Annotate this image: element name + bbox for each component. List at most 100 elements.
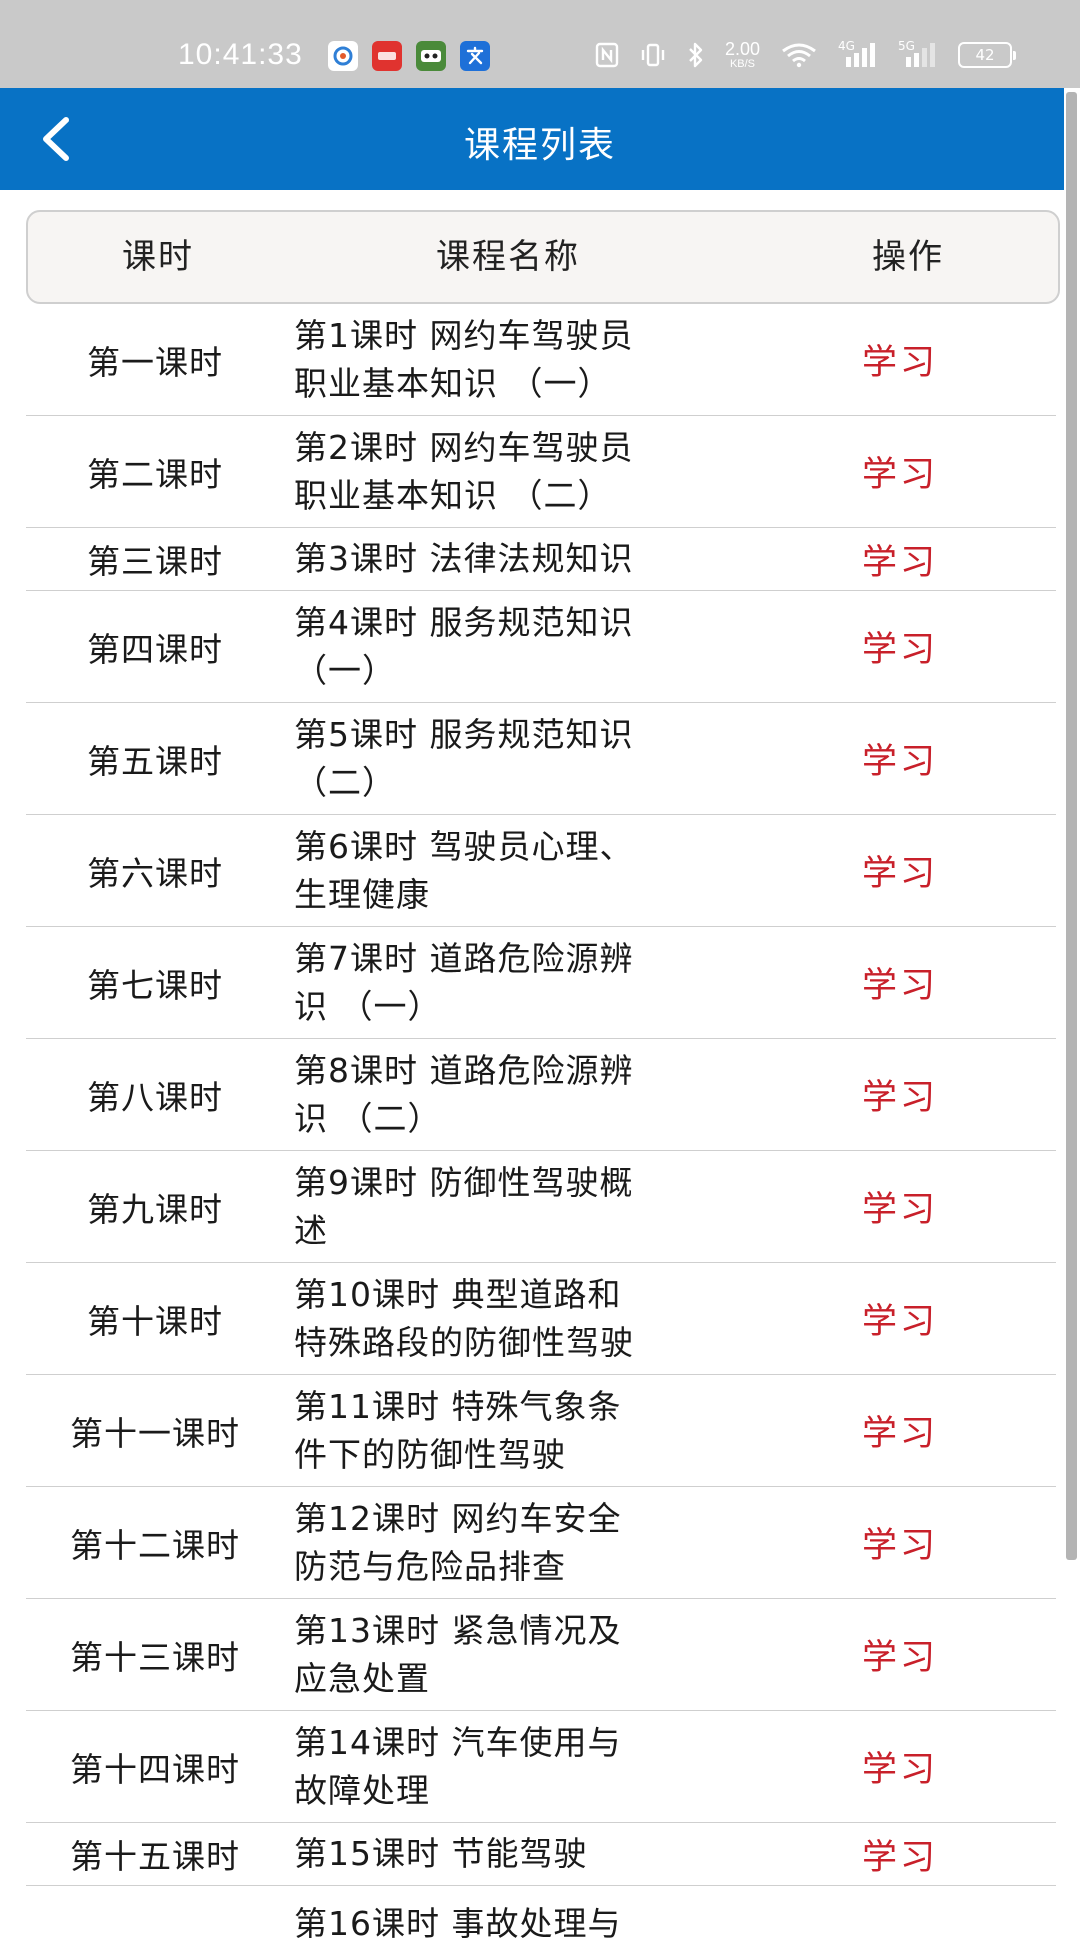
wifi-icon: [780, 42, 818, 68]
course-name: 第11课时 特殊气象条 件下的防御性驾驶: [284, 1383, 724, 1479]
lesson-number: 第二课时: [87, 454, 223, 494]
bluetooth-icon: [687, 41, 705, 69]
network-speed-value: 2.00: [724, 39, 760, 59]
course-name-line: 识 （一）: [294, 986, 442, 1026]
lesson-number: 第十一课时: [70, 1413, 240, 1453]
course-name-line: 第3课时 法律法规知识: [294, 539, 634, 578]
vibrate-icon: [639, 42, 667, 68]
course-name: 第4课时 服务规范知识 （一）: [284, 599, 724, 695]
study-button[interactable]: 学习: [750, 446, 1050, 497]
course-name: 第10课时 典型道路和 特殊路段的防御性驾驶: [284, 1271, 724, 1367]
table-row: 第十四课时 第14课时 汽车使用与 故障处理 学习: [26, 1711, 1056, 1823]
table-row: 第七课时 第7课时 道路危险源辨 识 （一） 学习: [26, 927, 1056, 1039]
course-name: 第9课时 防御性驾驶概 述: [284, 1159, 724, 1255]
study-button[interactable]: 学习: [750, 1741, 1050, 1792]
network-speed-unit: KB/S: [729, 58, 756, 70]
course-name: 第13课时 紧急情况及 应急处置: [284, 1607, 724, 1703]
battery-indicator: 42: [958, 42, 1016, 68]
course-name-line: 第11课时 特殊气象条: [294, 1386, 622, 1426]
table-row: 第六课时 第6课时 驾驶员心理、 生理健康 学习: [26, 815, 1056, 927]
study-button[interactable]: 学习: [750, 334, 1050, 385]
course-name: 第1课时 网约车驾驶员 职业基本知识 （一）: [284, 312, 724, 408]
table-row: 第十二课时 第12课时 网约车安全 防范与危险品排查 学习: [26, 1487, 1056, 1599]
course-name: 第3课时 法律法规知识: [284, 535, 724, 583]
course-name: 第15课时 节能驾驶: [284, 1830, 724, 1878]
lesson-number: 第十二课时: [70, 1525, 240, 1565]
app-notification-icon: [372, 41, 402, 71]
course-name-line: 第4课时 服务规范知识: [294, 602, 634, 642]
study-button[interactable]: 学习: [750, 1181, 1050, 1232]
scrollbar-thumb[interactable]: [1066, 92, 1077, 1560]
signal-5g-icon: 5G: [898, 39, 938, 69]
lesson-number: 第八课时: [87, 1077, 223, 1117]
course-name-line: 第10课时 典型道路和: [294, 1274, 622, 1314]
study-button[interactable]: 学习: [750, 733, 1050, 784]
nfc-icon: [595, 42, 619, 68]
system-icons: 2.00 KB/S 4G 5G 42: [575, 39, 1016, 70]
column-header-course-name: 课程名称: [436, 237, 580, 277]
notification-icons: [328, 41, 504, 71]
course-name: 第14课时 汽车使用与 故障处理: [284, 1719, 724, 1815]
course-name-line: 防范与危险品排查: [294, 1546, 566, 1586]
course-name: 第16课时 事故处理与: [284, 1900, 724, 1946]
study-button[interactable]: 学习: [750, 1517, 1050, 1568]
course-name-line: 第16课时 事故处理与: [294, 1904, 622, 1943]
lesson-number: 第七课时: [87, 965, 223, 1005]
table-row: 第十一课时 第11课时 特殊气象条 件下的防御性驾驶 学习: [26, 1375, 1056, 1487]
study-button[interactable]: 学习: [750, 957, 1050, 1008]
study-button[interactable]: 学习: [750, 1829, 1050, 1880]
course-name: 第7课时 道路危险源辨 识 （一）: [284, 935, 724, 1031]
course-name-line: 第13课时 紧急情况及: [294, 1610, 622, 1650]
study-button[interactable]: 学习: [750, 534, 1050, 585]
course-name-line: 生理健康: [294, 874, 430, 914]
course-name-line: 述: [294, 1210, 328, 1250]
study-button[interactable]: 学习: [750, 1405, 1050, 1456]
course-name: 第5课时 服务规范知识 （二）: [284, 711, 724, 807]
table-row: 第四课时 第4课时 服务规范知识 （一） 学习: [26, 591, 1056, 703]
status-bar: 10:41:33 2.00 KB/S 4G 5G 42: [0, 0, 1080, 88]
course-name-line: 特殊路段的防御性驾驶: [294, 1322, 634, 1362]
course-name-line: 故障处理: [294, 1770, 430, 1810]
course-name: 第12课时 网约车安全 防范与危险品排查: [284, 1495, 724, 1591]
lesson-number: 第四课时: [87, 629, 223, 669]
course-name-line: 件下的防御性驾驶: [294, 1434, 566, 1474]
study-button[interactable]: 学习: [750, 845, 1050, 896]
lesson-number: 第五课时: [87, 741, 223, 781]
course-table: 第一课时 第1课时 网约车驾驶员 职业基本知识 （一） 学习 第二课时 第2课时…: [26, 304, 1056, 1946]
course-name-line: 第5课时 服务规范知识: [294, 714, 634, 754]
table-row: 第二课时 第2课时 网约车驾驶员 职业基本知识 （二） 学习: [26, 416, 1056, 528]
course-name-line: 第15课时 节能驾驶: [294, 1834, 588, 1873]
app-notification-icon: [416, 41, 446, 71]
table-row: 第十课时 第10课时 典型道路和 特殊路段的防御性驾驶 学习: [26, 1263, 1056, 1375]
course-name: 第2课时 网约车驾驶员 职业基本知识 （二）: [284, 424, 724, 520]
course-name-line: 应急处置: [294, 1658, 430, 1698]
course-name-line: （二）: [294, 762, 396, 802]
app-header: 课程列表: [0, 88, 1080, 190]
course-name-line: 第14课时 汽车使用与: [294, 1722, 622, 1762]
table-row: 第三课时 第3课时 法律法规知识 学习: [26, 528, 1056, 591]
lesson-number: 第一课时: [87, 342, 223, 382]
table-row: 第五课时 第5课时 服务规范知识 （二） 学习: [26, 703, 1056, 815]
table-row: 第一课时 第1课时 网约车驾驶员 职业基本知识 （一） 学习: [26, 304, 1056, 416]
app-notification-icon: [328, 41, 358, 71]
course-name-line: 职业基本知识 （一）: [294, 363, 612, 403]
course-name-line: 职业基本知识 （二）: [294, 475, 612, 515]
course-name-line: 识 （二）: [294, 1098, 442, 1138]
study-button[interactable]: 学习: [750, 1069, 1050, 1120]
page-title: 课程列表: [463, 125, 616, 166]
lesson-number: 第六课时: [87, 853, 223, 893]
course-name-line: 第9课时 防御性驾驶概: [294, 1162, 634, 1202]
study-button[interactable]: 学习: [750, 621, 1050, 672]
lesson-number: 第十三课时: [70, 1637, 240, 1677]
lesson-number: 第九课时: [87, 1189, 223, 1229]
network-speed: 2.00 KB/S: [725, 40, 760, 70]
course-name-line: 第2课时 网约车驾驶员: [294, 427, 634, 467]
course-name-line: （一）: [294, 650, 396, 690]
study-button[interactable]: 学习: [750, 1629, 1050, 1680]
column-header-lesson: 课时: [122, 237, 194, 277]
study-button[interactable]: 学习: [750, 1293, 1050, 1344]
table-row: 第十五课时 第15课时 节能驾驶 学习: [26, 1823, 1056, 1886]
lesson-number: 第十课时: [87, 1301, 223, 1341]
course-name-line: 第7课时 道路危险源辨: [294, 938, 634, 978]
column-header-action: 操作: [872, 237, 944, 277]
